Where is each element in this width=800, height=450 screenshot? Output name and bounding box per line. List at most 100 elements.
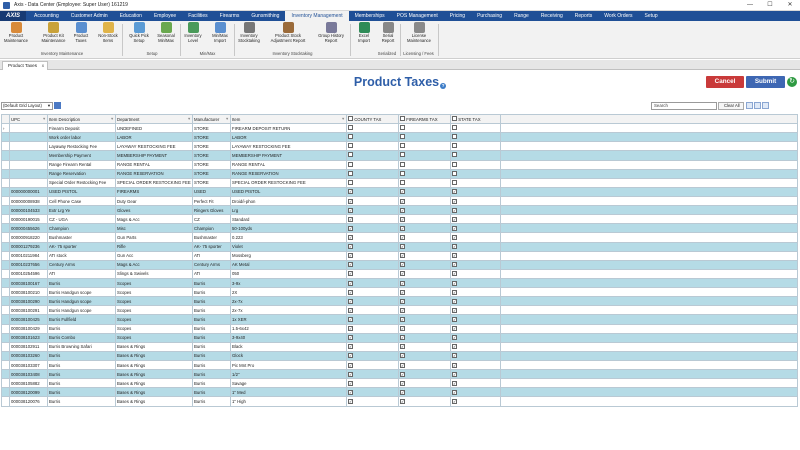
menu-item-employee[interactable]: Employee — [148, 11, 182, 21]
state-tax-checkbox[interactable] — [452, 170, 457, 176]
table-row[interactable]: Range Firearm Rental RANGE RENTAL STORE RAN… — [1, 159, 798, 170]
group-history-button[interactable]: Group History Report — [316, 22, 346, 43]
search-input[interactable]: Search — [651, 102, 717, 110]
firearms-tax-checkbox[interactable]: ✓ — [400, 326, 405, 332]
state-tax-checkbox[interactable] — [452, 125, 457, 131]
row-selector[interactable] — [1, 268, 10, 279]
table-row[interactable]: Special Order Restocking Fee SPECIAL ORDE… — [1, 177, 798, 188]
menu-item-memberships[interactable]: Memberships — [349, 11, 391, 21]
table-row[interactable]: 000038100425 Burris Fullfield Scopes Burris… — [1, 314, 798, 325]
firearms-tax-checkbox[interactable]: ✓ — [400, 353, 405, 359]
table-row[interactable]: 000038120099 Burris Bases & Rings Burris 1" … — [1, 387, 798, 398]
row-selector[interactable] — [1, 314, 10, 325]
county-tax-checkbox[interactable]: ✓ — [348, 189, 353, 195]
select-all-checkbox[interactable] — [400, 116, 405, 122]
table-row[interactable]: Membership Payment MEMBERSHIP PAYMENT STOR… — [1, 150, 798, 161]
state-tax-checkbox[interactable]: ✓ — [452, 198, 457, 204]
firearms-tax-checkbox[interactable]: ✓ — [400, 389, 405, 395]
firearms-tax-checkbox[interactable] — [400, 152, 405, 158]
menu-item-education[interactable]: Education — [114, 11, 148, 21]
row-selector[interactable] — [1, 141, 10, 152]
firearms-tax-checkbox[interactable]: ✓ — [400, 335, 405, 341]
menu-item-pos-management[interactable]: POS Management — [391, 11, 444, 21]
select-all-checkbox[interactable] — [452, 116, 457, 122]
firearms-tax-checkbox[interactable]: ✓ — [400, 225, 405, 231]
row-selector[interactable] — [1, 341, 10, 352]
quick-pick-button[interactable]: Quick Pick Setup — [126, 22, 152, 43]
menu-item-setup[interactable]: Setup — [639, 11, 664, 21]
row-selector[interactable] — [1, 150, 10, 161]
grid-layout-select[interactable]: (Default Grid Layout) ▼ — [1, 102, 53, 110]
menu-item-purchasing[interactable]: Purchasing — [471, 11, 508, 21]
row-selector[interactable] — [1, 195, 10, 207]
state-tax-checkbox[interactable]: ✓ — [452, 271, 457, 277]
serial-report-button[interactable]: Serial Report — [378, 22, 398, 43]
county-tax-checkbox[interactable]: ✓ — [348, 271, 353, 277]
seasonal-button[interactable]: Seasonal Min/Max — [153, 22, 179, 43]
county-tax-checkbox[interactable] — [348, 134, 353, 140]
firearms-tax-checkbox[interactable]: ✓ — [400, 362, 405, 368]
firearms-tax-checkbox[interactable]: ✓ — [400, 271, 405, 277]
state-tax-checkbox[interactable]: ✓ — [452, 189, 457, 195]
menu-item-gunsmithing[interactable]: Gunsmithing — [245, 11, 285, 21]
table-row[interactable]: 000038102911 Burris Browning Safari Bases … — [1, 341, 798, 352]
column-header-firearms-tax[interactable]: FIREARMS TAX — [398, 113, 451, 125]
state-tax-checkbox[interactable]: ✓ — [452, 362, 457, 368]
county-tax-checkbox[interactable] — [348, 161, 353, 167]
county-tax-checkbox[interactable]: ✓ — [348, 225, 353, 231]
county-tax-checkbox[interactable] — [348, 152, 353, 158]
firearms-tax-checkbox[interactable] — [400, 125, 405, 131]
row-selector[interactable] — [1, 214, 10, 225]
firearms-tax-checkbox[interactable] — [400, 161, 405, 167]
firearms-tax-checkbox[interactable] — [400, 143, 405, 149]
tab-product-taxes[interactable]: Product Taxes x — [2, 61, 48, 70]
row-selector[interactable] — [1, 296, 10, 307]
row-selector[interactable] — [1, 396, 10, 407]
county-tax-checkbox[interactable]: ✓ — [348, 253, 353, 259]
table-row[interactable]: 000038100291 Burris Handgun scope Scopes Bu… — [1, 305, 798, 316]
column-header-upc[interactable]: UPC ▼ — [9, 113, 48, 125]
row-selector[interactable] — [1, 378, 10, 389]
state-tax-checkbox[interactable]: ✓ — [452, 389, 457, 395]
table-row[interactable]: 000010237656 Century Arms Mags & Acc Centur… — [1, 259, 798, 270]
menu-item-firearms[interactable]: Firearms — [214, 11, 246, 21]
county-tax-checkbox[interactable]: ✓ — [348, 244, 353, 250]
firearms-tax-checkbox[interactable] — [400, 170, 405, 176]
table-row[interactable]: 000038105882 Burris Bases & Rings Burris Sav… — [1, 378, 798, 389]
menu-item-range[interactable]: Range — [508, 11, 535, 21]
firearms-tax-checkbox[interactable]: ✓ — [400, 189, 405, 195]
state-tax-checkbox[interactable]: ✓ — [452, 316, 457, 322]
clear-all-button[interactable]: Clear All — [718, 102, 744, 110]
table-row[interactable]: 000038103408 Burris Bases & Rings Burris 1/2… — [1, 369, 798, 380]
table-row[interactable]: 000038100167 Burris Scopes Burris 3-9x ✓ ✓ ✓ — [1, 277, 798, 289]
menu-item-customer-admin[interactable]: Customer Admin — [65, 11, 114, 21]
county-tax-checkbox[interactable]: ✓ — [348, 198, 353, 204]
county-tax-checkbox[interactable]: ✓ — [348, 389, 353, 395]
non-stock-button[interactable]: Non-Stock Items — [94, 22, 122, 43]
table-row[interactable]: 000010254596 ATI Slings & Swivels ATI 050 ✓ ✓ ✓ — [1, 268, 798, 279]
state-tax-checkbox[interactable]: ✓ — [452, 353, 457, 359]
table-row[interactable]: 000038101623 Burris Combo Scopes Burris 3-9x… — [1, 332, 798, 343]
close-icon[interactable]: ✕ — [780, 0, 800, 11]
state-tax-checkbox[interactable] — [452, 161, 457, 167]
save-layout-icon[interactable] — [54, 102, 61, 109]
row-selector[interactable] — [1, 359, 10, 371]
firearms-tax-checkbox[interactable]: ✓ — [400, 298, 405, 304]
row-selector[interactable] — [1, 305, 10, 316]
firearms-tax-checkbox[interactable]: ✓ — [400, 234, 405, 240]
row-selector[interactable] — [1, 132, 10, 143]
table-row[interactable]: Layaway Restocking Fee LAYAWAY RESTOCKING… — [1, 141, 798, 152]
county-tax-checkbox[interactable]: ✓ — [348, 335, 353, 341]
county-tax-checkbox[interactable]: ✓ — [348, 298, 353, 304]
county-tax-checkbox[interactable]: ✓ — [348, 307, 353, 313]
firearms-tax-checkbox[interactable]: ✓ — [400, 307, 405, 313]
row-selector[interactable] — [1, 277, 10, 289]
state-tax-checkbox[interactable]: ✓ — [452, 207, 457, 213]
state-tax-checkbox[interactable]: ✓ — [452, 326, 457, 332]
row-selector[interactable] — [1, 232, 10, 243]
row-selector[interactable] — [1, 259, 10, 270]
county-tax-checkbox[interactable]: ✓ — [348, 262, 353, 268]
row-selector[interactable] — [1, 350, 10, 361]
license-button[interactable]: License Maintenance — [402, 22, 436, 43]
export-icon[interactable] — [754, 102, 761, 109]
